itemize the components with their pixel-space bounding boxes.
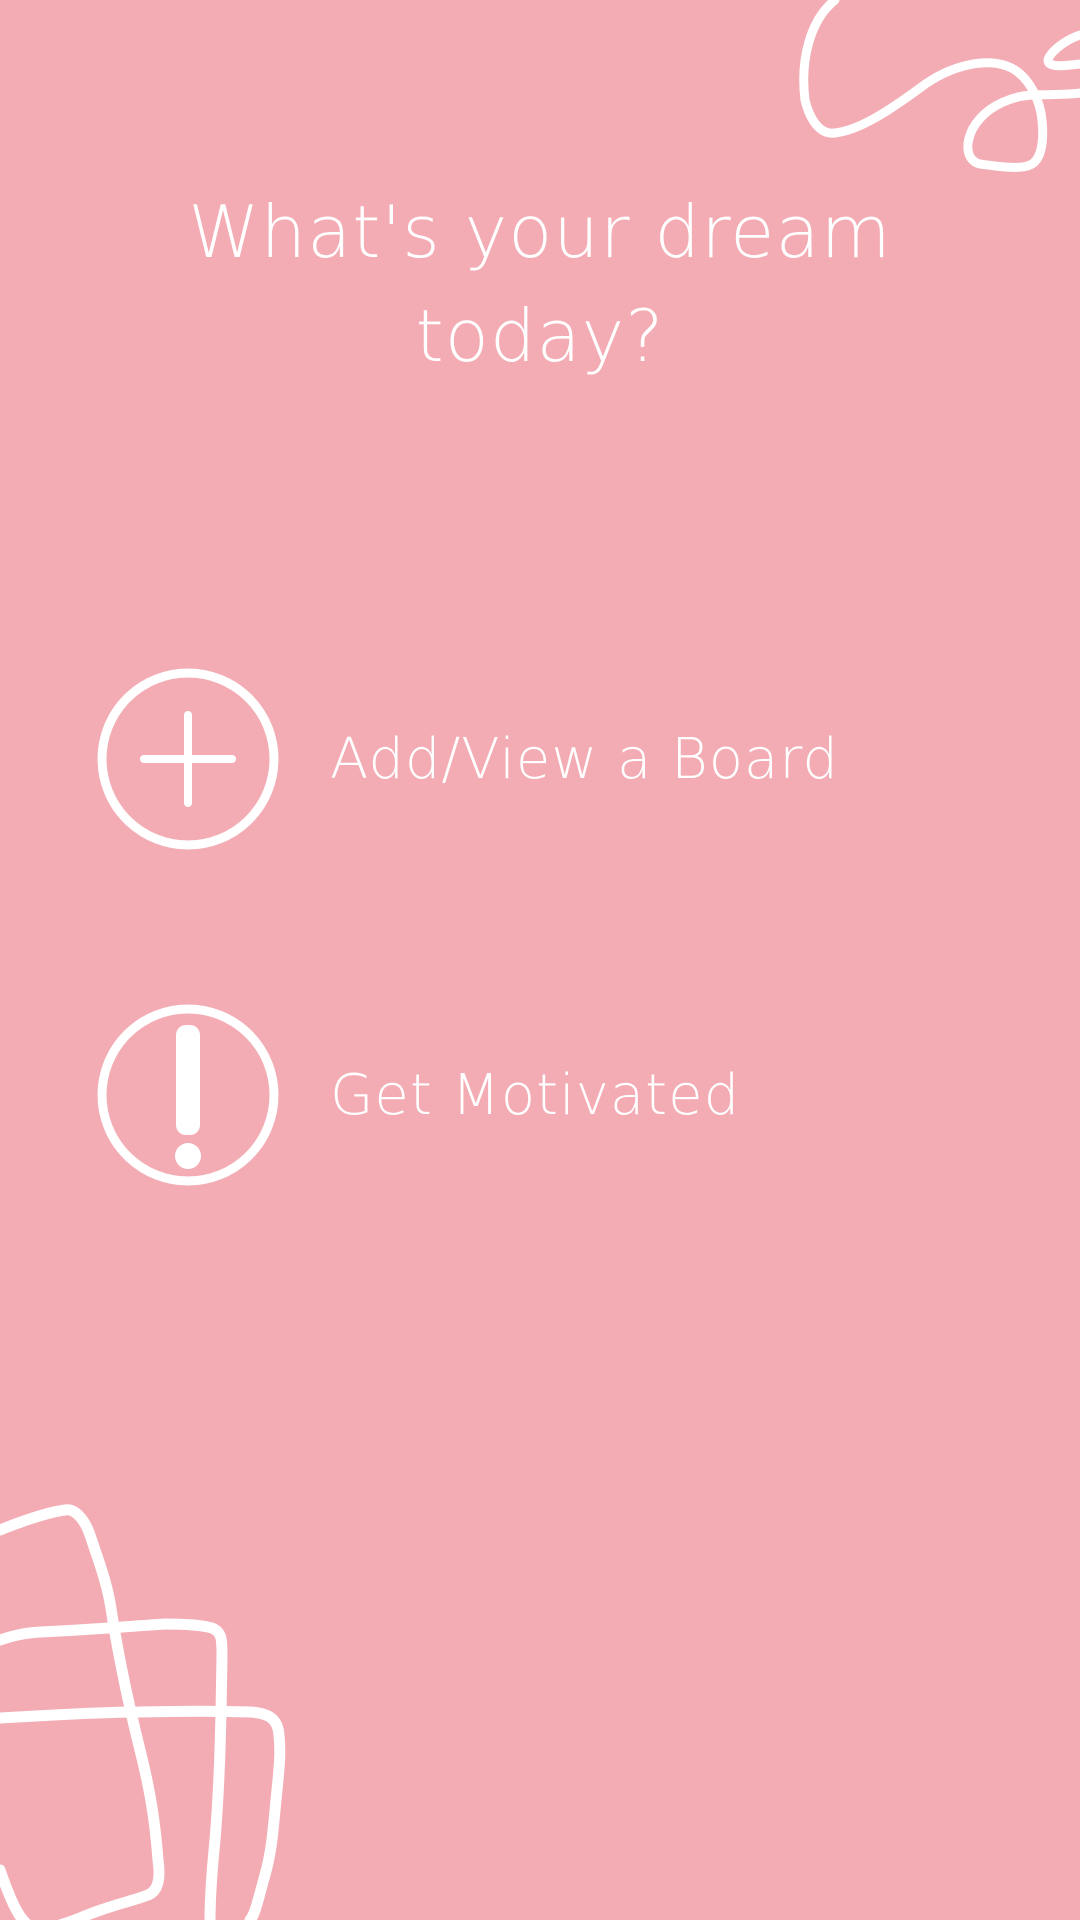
page-title: What's your dream today? xyxy=(188,190,892,378)
decorative-squiggle-bottom xyxy=(0,1504,286,1920)
plus-circle-icon xyxy=(97,668,279,850)
get-motivated-button[interactable]: Get Motivated xyxy=(96,1000,996,1190)
exclamation-circle-icon xyxy=(97,1004,279,1186)
get-motivated-label: Get Motivated xyxy=(330,1062,741,1128)
decorative-squiggle-top xyxy=(799,0,1080,172)
add-view-board-button[interactable]: Add/View a Board xyxy=(96,664,996,854)
add-view-board-label: Add/View a Board xyxy=(330,726,839,792)
